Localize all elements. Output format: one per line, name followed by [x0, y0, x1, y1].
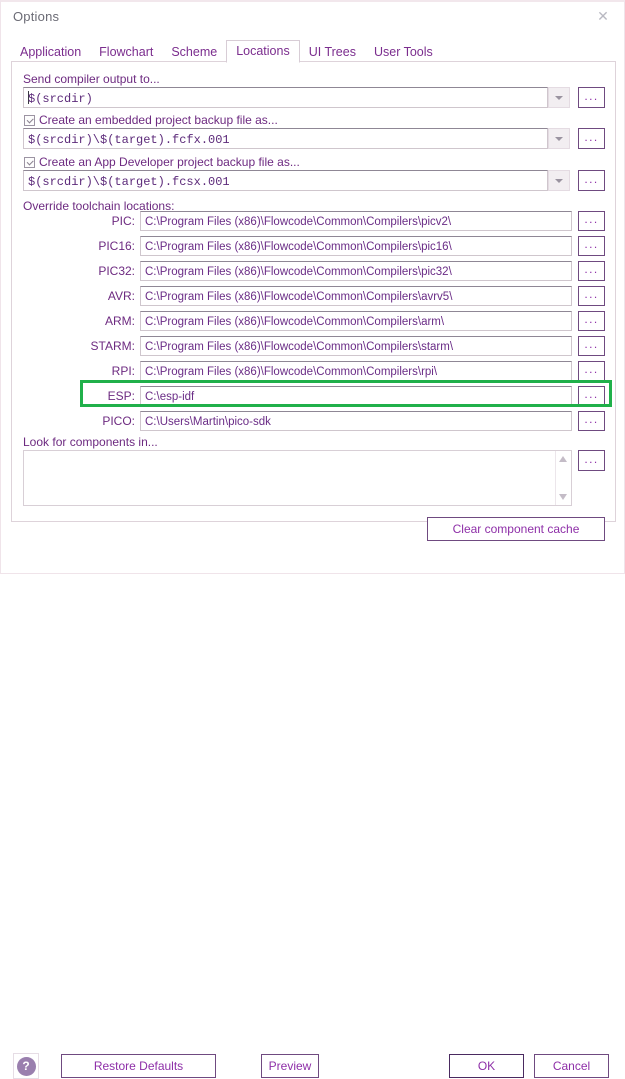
toolchain-input-arm[interactable]: C:\Program Files (x86)\Flowcode\Common\C… — [140, 311, 572, 331]
tab-strip: Application Flowchart Scheme Locations U… — [11, 40, 442, 63]
toolchain-browse-pic[interactable]: ... — [578, 211, 605, 231]
chevron-down-icon — [555, 95, 563, 100]
tab-locations[interactable]: Locations — [226, 40, 300, 63]
appdev-backup-checkbox-row[interactable]: Create an App Developer project backup f… — [24, 155, 300, 169]
appdev-backup-checkbox[interactable] — [24, 156, 35, 168]
toolchain-browse-rpi[interactable]: ... — [578, 361, 605, 381]
chevron-down-icon — [555, 178, 563, 183]
toolchain-input-pic16[interactable]: C:\Program Files (x86)\Flowcode\Common\C… — [140, 236, 572, 256]
toolchain-input-avr[interactable]: C:\Program Files (x86)\Flowcode\Common\C… — [140, 286, 572, 306]
embedded-backup-input[interactable]: $(srcdir)\$(target).fcfx.001 — [23, 128, 548, 149]
triangle-up-icon[interactable] — [559, 456, 567, 462]
tab-scheme[interactable]: Scheme — [162, 42, 226, 62]
embedded-backup-checkbox[interactable] — [24, 114, 35, 126]
cancel-button[interactable]: Cancel — [534, 1054, 609, 1078]
compiler-output-dropdown-button[interactable] — [548, 87, 570, 108]
help-button[interactable]: ? — [13, 1053, 39, 1079]
embedded-backup-checkbox-row[interactable]: Create an embedded project backup file a… — [24, 113, 278, 127]
tab-ui-trees[interactable]: UI Trees — [300, 42, 365, 62]
toolchain-browse-pic32[interactable]: ... — [578, 261, 605, 281]
toolchain-label-pico: PICO: — [102, 414, 135, 428]
toolchain-input-esp[interactable]: C:\esp-idf — [140, 386, 572, 406]
toolchain-input-starm[interactable]: C:\Program Files (x86)\Flowcode\Common\C… — [140, 336, 572, 356]
toolchain-label-pic16: PIC16: — [98, 239, 135, 253]
toolchain-input-pico[interactable]: C:\Users\Martin\pico-sdk — [140, 411, 572, 431]
toolchain-label-esp: ESP: — [107, 389, 135, 403]
question-mark-icon: ? — [16, 1056, 36, 1076]
compiler-output-browse-button[interactable]: ... — [578, 87, 605, 108]
ok-button[interactable]: OK — [449, 1054, 524, 1078]
toolchain-input-rpi[interactable]: C:\Program Files (x86)\Flowcode\Common\C… — [140, 361, 572, 381]
tab-application[interactable]: Application — [11, 42, 90, 62]
toolchain-browse-esp[interactable]: ... — [578, 386, 605, 406]
tab-user-tools[interactable]: User Tools — [365, 42, 442, 62]
toolchain-browse-pic16[interactable]: ... — [578, 236, 605, 256]
appdev-backup-dropdown-button[interactable] — [548, 170, 570, 191]
embedded-backup-label: Create an embedded project backup file a… — [39, 113, 278, 127]
close-icon[interactable]: ✕ — [590, 5, 616, 27]
dialog-footer: ? Restore Defaults Preview OK Cancel — [1, 522, 624, 1079]
title-bar: Options ✕ — [1, 2, 624, 34]
toolchain-browse-starm[interactable]: ... — [578, 336, 605, 356]
preview-button[interactable]: Preview — [261, 1054, 319, 1078]
toolchain-browse-arm[interactable]: ... — [578, 311, 605, 331]
components-browse-button[interactable]: ... — [578, 450, 605, 471]
tab-flowchart[interactable]: Flowchart — [90, 42, 162, 62]
compiler-output-input[interactable]: $(srcdir) — [23, 87, 548, 108]
embedded-backup-dropdown-button[interactable] — [548, 128, 570, 149]
options-dialog: Options ✕ Application Flowchart Scheme L… — [0, 0, 625, 1079]
appdev-backup-browse-button[interactable]: ... — [578, 170, 605, 191]
toolchain-label-rpi: RPI: — [111, 364, 135, 378]
appdev-backup-label: Create an App Developer project backup f… — [39, 155, 300, 169]
compiler-output-label: Send compiler output to... — [23, 72, 160, 86]
toolchain-input-pic[interactable]: C:\Program Files (x86)\Flowcode\Common\C… — [140, 211, 572, 231]
toolchain-label-arm: ARM: — [105, 314, 135, 328]
toolchain-label-starm: STARM: — [90, 339, 135, 353]
chevron-down-icon — [555, 136, 563, 141]
toolchain-label-pic: PIC: — [111, 214, 135, 228]
locations-panel: Send compiler output to... $(srcdir) ...… — [11, 61, 616, 541]
components-label: Look for components in... — [23, 435, 158, 449]
toolchain-browse-avr[interactable]: ... — [578, 286, 605, 306]
restore-defaults-button[interactable]: Restore Defaults — [61, 1054, 216, 1078]
triangle-down-icon[interactable] — [559, 494, 567, 500]
compiler-output-value: $(srcdir) — [28, 92, 93, 106]
window-title: Options — [13, 9, 60, 24]
components-listbox[interactable] — [23, 450, 572, 506]
toolchain-label-avr: AVR: — [107, 289, 135, 303]
toolchain-input-pic32[interactable]: C:\Program Files (x86)\Flowcode\Common\C… — [140, 261, 572, 281]
embedded-backup-browse-button[interactable]: ... — [578, 128, 605, 149]
appdev-backup-input[interactable]: $(srcdir)\$(target).fcsx.001 — [23, 170, 548, 191]
components-scrollbar[interactable] — [555, 451, 571, 505]
toolchain-label-pic32: PIC32: — [98, 264, 135, 278]
toolchain-browse-pico[interactable]: ... — [578, 411, 605, 431]
